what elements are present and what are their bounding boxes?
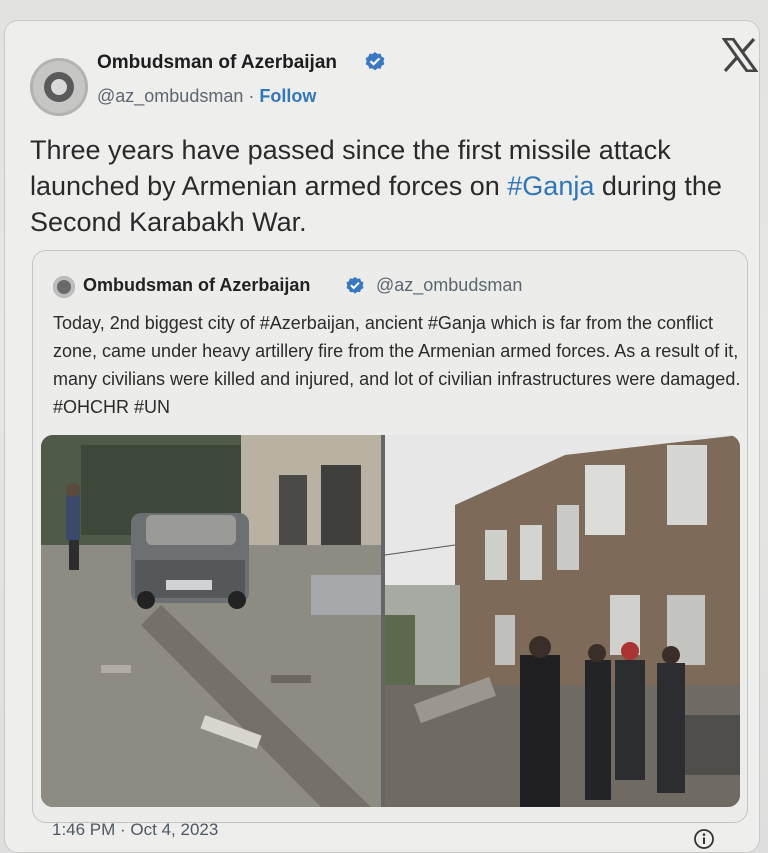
info-icon[interactable] bbox=[693, 828, 715, 850]
tweet-timestamp[interactable]: 1:46 PM · Oct 4, 2023 bbox=[52, 820, 218, 840]
photo-damaged-street-with-car[interactable] bbox=[41, 435, 381, 807]
follow-link[interactable]: Follow bbox=[259, 86, 316, 106]
quoted-author-name: Ombudsman of Azerbaijan bbox=[83, 275, 311, 295]
quoted-author-handle: @az_ombudsman bbox=[376, 275, 523, 295]
x-logo-icon[interactable] bbox=[722, 38, 758, 72]
photo-damaged-building-with-people[interactable] bbox=[385, 435, 740, 807]
author-handle[interactable]: @az_ombudsman bbox=[97, 86, 243, 106]
author-name[interactable]: Ombudsman of Azerbaijan bbox=[97, 52, 337, 74]
author-handle-line: @az_ombudsman · Follow bbox=[97, 86, 316, 107]
handle-separator: · bbox=[243, 86, 260, 106]
quoted-photo-grid bbox=[41, 435, 740, 807]
ombudsman-emblem-icon[interactable] bbox=[30, 58, 88, 116]
hashtag-ganja-link[interactable]: #Ganja bbox=[507, 171, 594, 201]
tweet-text: Three years have passed since the first … bbox=[30, 132, 755, 240]
quoted-tweet[interactable]: Ombudsman of Azerbaijan @az_ombudsman To… bbox=[32, 250, 748, 823]
quoted-verified-badge-icon bbox=[346, 276, 364, 294]
quoted-avatar-icon bbox=[53, 276, 75, 298]
quoted-tweet-text: Today, 2nd biggest city of #Azerbaijan, … bbox=[53, 313, 741, 417]
verified-badge-icon bbox=[365, 52, 385, 71]
